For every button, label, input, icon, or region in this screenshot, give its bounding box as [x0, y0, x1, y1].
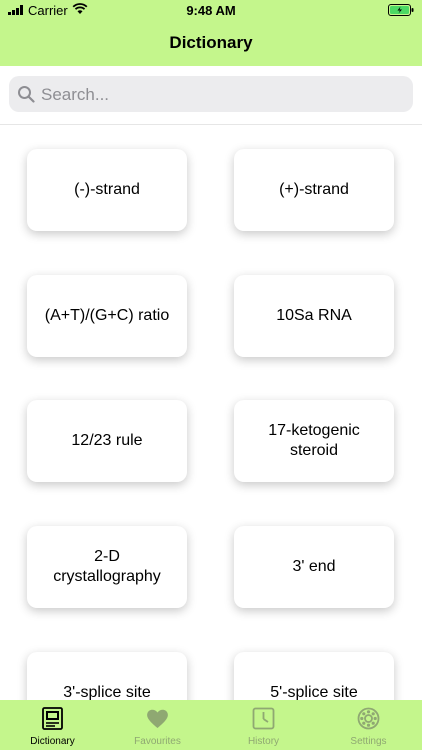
gear-icon [357, 707, 380, 730]
page-title: Dictionary [169, 33, 253, 52]
tab-settings[interactable]: Settings [316, 700, 421, 750]
tab-dictionary[interactable]: Dictionary [0, 700, 105, 750]
search-input[interactable] [39, 76, 403, 114]
term-label: 17-ketogenic steroid [268, 422, 360, 459]
term-label: (+)-strand [279, 181, 349, 198]
term-card[interactable]: 3'-splice site [27, 652, 187, 700]
term-label: 3'-splice site [63, 684, 151, 700]
term-card[interactable]: 17-ketogenic steroid [234, 400, 394, 482]
dictionary-icon [42, 707, 63, 730]
tab-label: History [247, 736, 280, 747]
navigation-header: Carrier 9:48 AM Dictionary [0, 0, 422, 66]
term-label: 12/23 rule [71, 432, 143, 449]
term-card[interactable]: 12/23 rule [27, 400, 187, 482]
search-bar[interactable] [9, 76, 413, 114]
term-card[interactable]: 3' end [234, 526, 394, 608]
term-card[interactable]: 2-D crystallography [27, 526, 187, 608]
tab-favourites[interactable]: Favourites [105, 700, 210, 750]
term-label: 2-D crystallography [53, 548, 161, 585]
term-card[interactable]: 5'-splice site [234, 652, 394, 700]
heart-icon [147, 709, 168, 728]
tab-label: Dictionary [30, 736, 75, 747]
status-bar: Carrier 9:48 AM [0, 0, 422, 22]
battery-icon [388, 4, 414, 16]
search-icon [18, 86, 35, 103]
tab-label: Settings [350, 736, 387, 747]
tab-label: Favourites [134, 736, 181, 747]
term-label: (A+T)/(G+C) ratio [44, 307, 170, 324]
clock-icon [252, 707, 275, 730]
tab-bar: Dictionary Favourites History Settings [0, 700, 422, 750]
term-card[interactable]: (A+T)/(G+C) ratio [27, 275, 187, 357]
term-card[interactable]: (+)-strand [234, 149, 394, 231]
term-label: 3' end [292, 558, 336, 575]
term-label: (-)-strand [74, 181, 140, 198]
tab-history[interactable]: History [211, 700, 316, 750]
term-card[interactable]: (-)-strand [27, 149, 187, 231]
term-label: 10Sa RNA [276, 307, 352, 324]
term-label: 5'-splice site [270, 684, 358, 700]
status-time: 9:48 AM [186, 3, 236, 18]
term-grid[interactable]: (-)-strand (+)-strand (A+T)/(G+C) ratio … [0, 125, 422, 700]
term-card[interactable]: 10Sa RNA [234, 275, 394, 357]
